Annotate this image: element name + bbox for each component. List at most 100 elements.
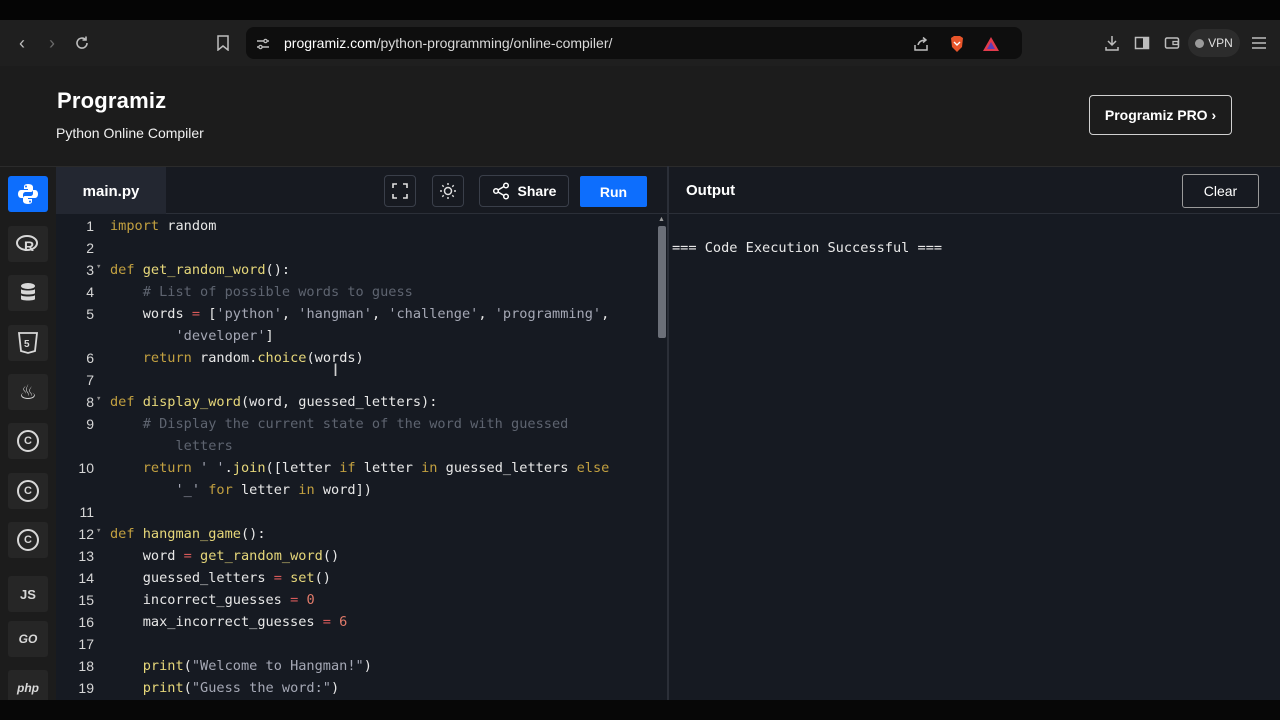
code-line[interactable]: 10 return ' '.join([letter if letter in … [56, 457, 656, 479]
sidebar-toggle-icon[interactable] [1130, 31, 1154, 55]
code-line[interactable]: 1 import random [56, 215, 656, 237]
code-line[interactable]: 18 print("Welcome to Hangman!") [56, 655, 656, 677]
code-line[interactable]: 4 # List of possible words to guess [56, 281, 656, 303]
code-line[interactable]: 14 guessed_letters = set() [56, 567, 656, 589]
site-header: Programiz Python Online Compiler Program… [0, 66, 1280, 166]
code-line[interactable]: letters [56, 435, 656, 457]
output-console[interactable]: === Code Execution Successful === [669, 214, 1280, 700]
code-line[interactable]: 9 # Display the current state of the wor… [56, 413, 656, 435]
code-token: # Display the current state of the word … [142, 416, 569, 432]
share-icon [492, 182, 509, 200]
code-line[interactable]: 8 ▾ def display_word(word, guessed_letters… [56, 391, 656, 413]
editor-scrollbar-thumb[interactable] [658, 226, 666, 338]
line-number: 18 [78, 658, 94, 674]
output-text: === Code Execution Successful === [672, 240, 943, 256]
code-token: ) [363, 658, 372, 674]
brave-shields-icon[interactable] [948, 35, 966, 53]
output-header: Output Clear [669, 166, 1280, 214]
line-number: 12 [78, 526, 94, 542]
fold-arrow-icon[interactable]: ▾ [96, 262, 101, 272]
lang-java[interactable]: ♨ [8, 374, 48, 410]
code-token: hangman_game [142, 526, 241, 542]
code-text: words = ['python', 'hangman', 'challenge… [110, 306, 610, 322]
wallet-icon[interactable] [1160, 31, 1184, 55]
back-icon[interactable]: ‹ [10, 31, 34, 55]
code-text: # List of possible words to guess [110, 284, 413, 300]
lang-cpp[interactable]: C [8, 473, 48, 509]
code-token: def [110, 262, 135, 278]
code-line[interactable]: 15 incorrect_guesses = 0 [56, 589, 656, 611]
programiz-pro-button[interactable]: Programiz PRO › [1089, 95, 1232, 135]
code-text: return ' '.join([letter if letter in gue… [110, 460, 610, 476]
lang-r[interactable]: R [8, 226, 48, 262]
forward-icon[interactable]: › [40, 31, 64, 55]
vpn-button[interactable]: VPN [1188, 29, 1240, 57]
code-token: word]) [314, 482, 372, 498]
code-line[interactable]: 7 [56, 369, 656, 391]
text-cursor-icon: I [333, 361, 339, 381]
lang-go[interactable]: GO [8, 621, 48, 657]
code-line[interactable]: 19 print("Guess the word:") [56, 677, 656, 699]
lang-javascript[interactable]: JS [8, 576, 48, 612]
code-line[interactable]: 3 ▾ def get_random_word(): [56, 259, 656, 281]
code-token: = [322, 614, 331, 630]
code-token: in [421, 460, 438, 476]
run-button[interactable]: Run [580, 176, 647, 207]
code-text: def display_word(word, guessed_letters): [110, 394, 437, 410]
brave-rewards-icon[interactable] [982, 35, 1000, 53]
sql-icon [21, 283, 35, 301]
fullscreen-button[interactable] [384, 175, 416, 207]
r-icon: R [16, 235, 38, 254]
scroll-up-icon[interactable]: ▲ [658, 216, 665, 223]
code-line[interactable]: 12 ▾ def hangman_game(): [56, 523, 656, 545]
reload-icon[interactable] [70, 31, 94, 55]
lang-python[interactable] [8, 176, 48, 212]
code-line[interactable]: 17 [56, 633, 656, 655]
browser-toolbar: ‹ › programiz.com/python-programming/onl… [0, 20, 1280, 66]
code-line[interactable]: 2 [56, 237, 656, 259]
page-subtitle: Python Online Compiler [56, 125, 204, 141]
lang-csharp[interactable]: C [8, 522, 48, 558]
code-editor[interactable]: 1 import random 2 3 ▾ def get_random_word(): 4… [56, 214, 668, 700]
code-line[interactable]: 'developer'] [56, 325, 656, 347]
address-bar[interactable]: programiz.com/python-programming/online-… [246, 27, 1022, 59]
share-button[interactable]: Share [479, 175, 569, 207]
file-tab-main[interactable]: main.py [56, 167, 166, 215]
code-token: . [224, 460, 233, 476]
downloads-icon[interactable] [1100, 31, 1124, 55]
code-line[interactable]: 16 max_incorrect_guesses = 6 [56, 611, 656, 633]
url-text[interactable]: programiz.com/python-programming/online-… [284, 35, 612, 51]
bookmark-icon[interactable] [211, 31, 235, 55]
code-token: else [576, 460, 610, 476]
code-token: 'hangman' [298, 306, 372, 322]
site-settings-icon[interactable] [254, 35, 272, 53]
clear-button[interactable]: Clear [1182, 174, 1259, 208]
programiz-logo[interactable]: Programiz [57, 88, 166, 114]
fold-arrow-icon[interactable]: ▾ [96, 394, 101, 404]
share-page-icon[interactable] [912, 35, 930, 53]
code-line[interactable]: 13 word = get_random_word() [56, 545, 656, 567]
code-text: def get_random_word(): [110, 262, 290, 278]
code-token: random [159, 218, 217, 234]
code-token: () [322, 548, 340, 564]
lang-sql[interactable] [8, 275, 48, 311]
code-line[interactable]: 5 words = ['python', 'hangman', 'challen… [56, 303, 656, 325]
python-icon [18, 184, 38, 204]
code-token: 6 [339, 614, 348, 630]
output-title: Output [686, 182, 736, 199]
code-token: , [478, 306, 495, 322]
menu-icon[interactable] [1247, 31, 1271, 55]
line-number: 3 [86, 262, 94, 278]
lang-html[interactable]: 5 [8, 325, 48, 361]
code-line[interactable]: '_' for letter in word]) [56, 479, 656, 501]
theme-toggle-button[interactable] [432, 175, 464, 207]
fold-arrow-icon[interactable]: ▾ [96, 526, 101, 536]
code-token: "Guess the word:" [191, 680, 331, 696]
code-line[interactable]: 6 return random.choice(words) [56, 347, 656, 369]
code-line[interactable]: 11 [56, 501, 656, 523]
lang-c[interactable]: C [8, 423, 48, 459]
